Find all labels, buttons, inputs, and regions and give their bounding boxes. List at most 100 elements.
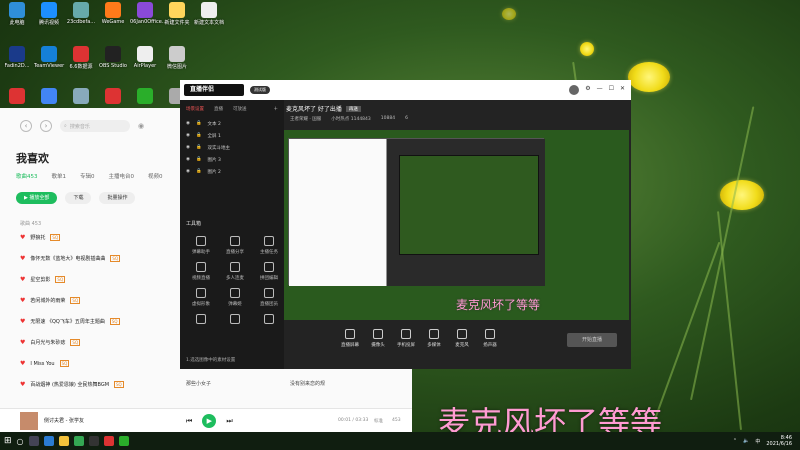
volume-icon[interactable]: 🔈 [743,438,749,444]
maximize-icon[interactable]: ☐ [609,85,614,95]
desktop-icon[interactable]: 腾讯视频 [34,2,64,26]
desktop-icon[interactable]: AirPlayer [130,46,160,69]
back-icon[interactable]: ‹ [20,120,32,132]
edge-icon[interactable] [43,436,54,446]
tool-button[interactable]: 弹幕助手 [186,236,216,255]
lock-icon[interactable]: 🔒 [196,133,202,139]
tool-button[interactable] [220,314,250,327]
add-scene-icon[interactable]: ＋ [274,106,279,112]
music-search-input[interactable]: ⌕ 搜索音乐 [60,120,130,132]
eye-icon[interactable]: ◉ [186,133,190,139]
song-row[interactable]: ♥ I Miss You SQ [20,360,70,367]
room-category[interactable]: 王者荣耀 · 国服 [290,116,321,122]
desktop-icon[interactable]: Fadin2D... [2,46,32,69]
lock-icon[interactable]: 🔒 [196,169,202,175]
prev-icon[interactable]: ⏮ [186,417,192,426]
tool-button[interactable]: 拼团编辑 [254,262,284,281]
desktop-icon[interactable]: WeGame [98,2,128,25]
play-button[interactable]: ▶ [202,414,217,428]
room-title[interactable]: 麦克风坏了 好了出播 [286,104,342,113]
scene-item[interactable]: ◉ 🔒 图片 2 [180,166,284,178]
tab-broadcast[interactable]: 可放送 [233,106,247,112]
lock-icon[interactable]: 🔒 [196,157,202,163]
folder-icon[interactable] [58,436,69,446]
song-row[interactable]: ♥ 若闲城外的雨荣 SQ [20,297,81,304]
media-button[interactable]: 多媒体 [420,329,448,348]
tool-button[interactable]: 直播团员 [254,288,284,307]
heart-icon[interactable]: ♥ [20,318,25,325]
album-cover[interactable] [20,411,38,430]
eye-icon[interactable]: ◉ [186,157,190,163]
eye-icon[interactable]: ◉ [186,169,190,175]
tool-button[interactable]: 直播分享 [220,236,250,255]
desktop-icon[interactable] [130,88,160,105]
heart-icon[interactable]: ♥ [20,360,25,367]
song-row[interactable]: ♥ 白月光与朱砂痣 SQ [20,339,81,346]
tab-songs[interactable]: 歌曲453 [16,172,38,180]
desktop-icon[interactable]: 23cdbefa... [66,2,96,25]
play-all-button[interactable]: ▶ 播放全部 [16,192,58,204]
tab-scene-settings[interactable]: 场景设置 [186,106,204,112]
song-row[interactable]: ♥ 像怀无数《蓝地大》电视剧插曲曲 SQ [20,255,121,262]
song-row[interactable]: ♥ 百战烟神 (热爱恩娘) 全民热舞BGM SQ [20,381,124,388]
screen-capture-button[interactable]: 直播屏幕 [336,329,364,348]
desktop-icon[interactable] [2,88,32,105]
close-icon[interactable]: ✕ [620,85,625,95]
tool-button[interactable]: 弹幕姬 [220,288,250,307]
settings-icon[interactable]: ⚙ [585,85,590,95]
camera-button[interactable]: 摄像头 [364,329,392,348]
desktop-icon[interactable] [98,88,128,105]
download-button[interactable]: 下载 [65,192,92,204]
tab-albums[interactable]: 专辑0 [80,172,95,180]
desktop-icon[interactable]: TeamViewer [34,46,64,69]
heart-icon[interactable]: ♥ [20,255,25,262]
song-row[interactable]: ♥ 野狼托 SQ [20,234,61,241]
search-icon[interactable]: ○ [17,437,24,446]
tab-playlists[interactable]: 歌单1 [52,172,67,180]
heart-icon[interactable]: ♥ [20,339,25,346]
forward-icon[interactable]: › [40,120,52,132]
desktop-icon[interactable]: 微信图片 [162,46,192,70]
scene-item[interactable]: ◉ 🔒 全屏 1 [180,130,284,142]
playlist-count[interactable]: 453 [392,418,401,423]
start-live-button[interactable]: 开始直播 [567,333,617,347]
clock[interactable]: 8:46 2021/6/16 [766,435,792,447]
scene-item[interactable]: ◉ 🔒 双实斗地主 [180,142,284,154]
desktop-icon[interactable] [34,88,64,105]
tool-button[interactable]: 主播任务 [254,236,284,255]
tab-videos[interactable]: 视频0 [148,172,163,180]
ime-icon[interactable]: 中 [755,438,760,445]
tool-button[interactable] [254,314,284,327]
song-row[interactable]: ♥ 星空剪影 SQ [20,276,66,283]
heart-icon[interactable]: ♥ [20,297,25,304]
desktop-icon[interactable]: 6.6数据源 [66,46,96,70]
scene-item[interactable]: ◉ 🔒 文本 2 [180,118,284,130]
eye-icon[interactable]: ◉ [186,121,190,127]
next-icon[interactable]: ⏭ [226,417,232,426]
heart-icon[interactable]: ♥ [20,381,25,388]
obs-icon[interactable] [88,436,99,446]
tool-button[interactable] [186,314,216,327]
minimize-icon[interactable]: — [597,85,603,95]
heart-icon[interactable]: ♥ [20,234,25,241]
desktop-icon[interactable]: 新建文件夹 [162,2,192,26]
desktop-icon[interactable]: OBS Studio [98,46,128,69]
start-icon[interactable]: ⊞ [4,436,12,446]
task-view-icon[interactable] [28,436,39,446]
phone-cast-button[interactable]: 手机投屏 [392,329,420,348]
speaker-button[interactable]: 扬声器 [476,329,504,348]
heart-icon[interactable]: ♥ [20,276,25,283]
chevron-up-icon[interactable]: ⌃ [733,438,737,444]
live-preview[interactable] [284,130,629,320]
eye-icon[interactable]: ◉ [186,145,190,151]
lock-icon[interactable]: 🔒 [196,121,202,127]
microphone-button[interactable]: 麦克风 [448,329,476,348]
lock-icon[interactable]: 🔒 [196,145,202,151]
chrome-icon[interactable] [73,436,84,446]
location-icon[interactable]: ◉ [138,122,144,130]
desktop-icon[interactable] [66,88,96,105]
desktop-icon[interactable]: 06Jan0Office... [130,2,167,25]
room-tag[interactable]: 再送 [345,105,361,112]
tab-radio[interactable]: 主播电台0 [109,172,135,180]
tool-button[interactable]: 虚拟形象 [186,288,216,307]
